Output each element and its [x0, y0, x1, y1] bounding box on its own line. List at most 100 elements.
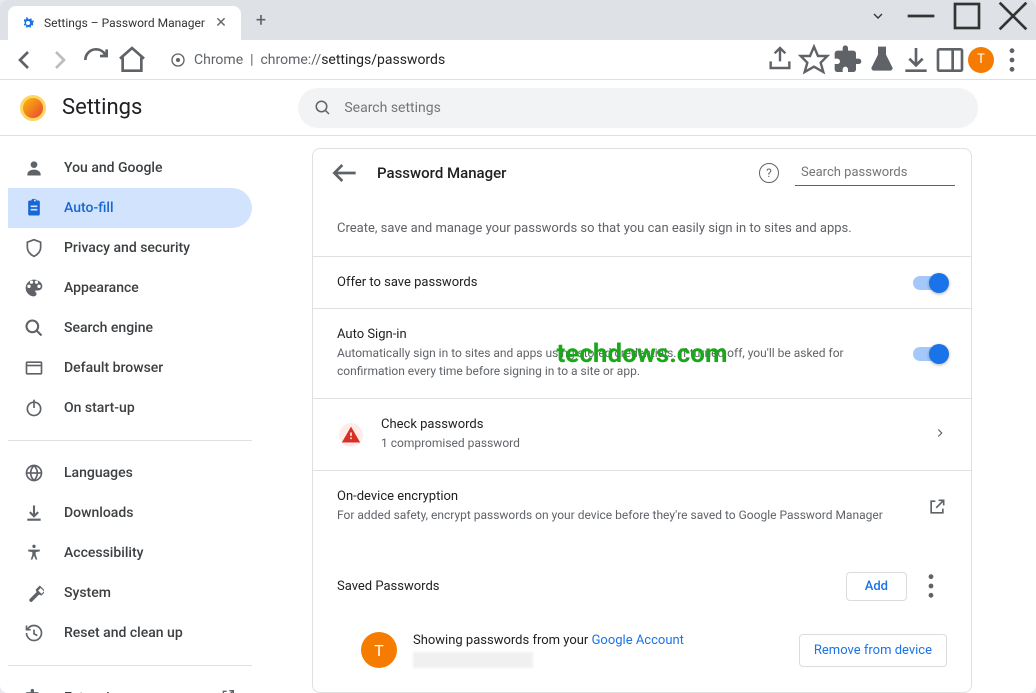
maximize-button[interactable]	[944, 0, 990, 32]
reload-button[interactable]	[80, 44, 112, 76]
settings-header: Settings	[0, 80, 1036, 136]
extension-puzzle-icon[interactable]	[832, 44, 864, 76]
sidebar-item-reset-and-clean-up[interactable]: Reset and clean up	[8, 613, 252, 653]
sidebar-item-default-browser[interactable]: Default browser	[8, 348, 252, 388]
chevron-right-icon	[933, 425, 947, 444]
saved-password-source-row: T Showing passwords from your Google Acc…	[313, 620, 971, 692]
tab-search-icon[interactable]	[870, 8, 886, 28]
sidebar-item-accessibility[interactable]: Accessibility	[8, 533, 252, 573]
download-icon	[24, 503, 44, 523]
search-passwords-box[interactable]	[795, 161, 955, 186]
offer-save-toggle[interactable]	[913, 276, 947, 290]
sidebar-item-label: Privacy and security	[64, 240, 190, 256]
sidebar-item-label: System	[64, 585, 111, 601]
offer-save-label: Offer to save passwords	[337, 275, 897, 290]
home-button[interactable]	[116, 44, 148, 76]
open-external-icon[interactable]	[927, 497, 947, 517]
browser-toolbar: Chrome | chrome://settings/passwords T	[0, 40, 1036, 80]
auto-signin-sub: Automatically sign in to sites and apps …	[337, 344, 897, 380]
sidebar-item-label: Reset and clean up	[64, 625, 183, 641]
share-icon[interactable]	[764, 44, 796, 76]
sidebar-item-auto-fill[interactable]: Auto-fill	[8, 188, 252, 228]
address-bar[interactable]: Chrome | chrome://settings/passwords	[158, 46, 457, 74]
sidepanel-icon[interactable]	[934, 44, 966, 76]
google-account-link[interactable]: Google Account	[592, 633, 684, 648]
assign-icon	[24, 198, 44, 218]
forward-button[interactable]	[44, 44, 76, 76]
tab-title: Settings – Password Manager	[44, 16, 205, 30]
encryption-sub: For added safety, encrypt passwords on y…	[337, 506, 927, 524]
add-password-button[interactable]: Add	[846, 572, 907, 601]
shield-icon	[24, 238, 44, 258]
chrome-logo-icon	[20, 95, 46, 121]
sidebar-item-search-engine[interactable]: Search engine	[8, 308, 252, 348]
chrome-page-icon	[170, 52, 186, 68]
sidebar-item-label: On start-up	[64, 400, 135, 416]
redacted-email	[413, 652, 533, 668]
sidebar-item-label: Search engine	[64, 320, 153, 336]
minimize-button[interactable]	[898, 0, 944, 32]
settings-sidebar: You and Google Auto-fill Privacy and secur…	[0, 136, 260, 693]
sidebar-item-label: You and Google	[64, 160, 162, 176]
sidebar-item-label: Downloads	[64, 505, 133, 521]
sidebar-item-downloads[interactable]: Downloads	[8, 493, 252, 533]
sidebar-item-label: Auto-fill	[64, 200, 114, 216]
more-menu-icon[interactable]	[915, 570, 947, 602]
encryption-label: On-device encryption	[337, 489, 927, 504]
search-icon	[24, 318, 44, 338]
sidebar-item-privacy-and-security[interactable]: Privacy and security	[8, 228, 252, 268]
search-passwords-input[interactable]	[801, 165, 967, 180]
intro-text: Create, save and manage your passwords s…	[313, 197, 971, 256]
back-button[interactable]	[8, 44, 40, 76]
profile-avatar[interactable]: T	[968, 47, 994, 73]
sidebar-item-you-and-google[interactable]: You and Google	[8, 148, 252, 188]
auto-signin-toggle[interactable]	[913, 347, 947, 361]
warning-triangle-icon	[337, 421, 365, 449]
saved-passwords-label: Saved Passwords	[337, 579, 440, 594]
browser-tab[interactable]: Settings – Password Manager ✕	[8, 6, 241, 40]
page-title: Password Manager	[377, 164, 743, 182]
showing-from-text: Showing passwords from your Google Accou…	[413, 633, 684, 648]
bookmark-star-icon[interactable]	[798, 44, 830, 76]
search-settings-input[interactable]	[344, 100, 962, 116]
browser-tabstrip: Settings – Password Manager ✕ +	[0, 0, 1036, 40]
close-tab-icon[interactable]: ✕	[213, 15, 229, 31]
wrench-icon	[24, 583, 44, 603]
downloads-icon[interactable]	[900, 44, 932, 76]
close-window-button[interactable]	[990, 0, 1036, 32]
browser-icon	[24, 358, 44, 378]
url-text: Chrome | chrome://settings/passwords	[194, 52, 445, 68]
password-manager-card: Password Manager ? Create, save and mana…	[312, 148, 972, 693]
settings-title: Settings	[62, 95, 142, 120]
settings-content: Password Manager ? Create, save and mana…	[260, 136, 1036, 693]
sidebar-item-label: Accessibility	[64, 545, 143, 561]
sidebar-item-languages[interactable]: Languages	[8, 453, 252, 493]
person-icon	[24, 158, 44, 178]
globe-icon	[24, 463, 44, 483]
back-arrow-button[interactable]	[329, 157, 361, 189]
search-settings-box[interactable]	[298, 88, 978, 128]
sidebar-item-extensions[interactable]: Extensions	[8, 678, 252, 693]
account-avatar: T	[361, 632, 397, 668]
palette-icon	[24, 278, 44, 298]
check-passwords-row[interactable]: Check passwords 1 compromised password	[337, 417, 947, 452]
labs-flask-icon[interactable]	[866, 44, 898, 76]
puzzle-icon	[24, 688, 44, 693]
sidebar-item-system[interactable]: System	[8, 573, 252, 613]
open-external-icon	[220, 688, 236, 693]
sidebar-item-label: Default browser	[64, 360, 163, 376]
sidebar-divider	[8, 440, 252, 441]
search-icon	[314, 99, 332, 117]
sidebar-item-label: Appearance	[64, 280, 139, 296]
power-icon	[24, 398, 44, 418]
sidebar-item-on-start-up[interactable]: On start-up	[8, 388, 252, 428]
access-icon	[24, 543, 44, 563]
auto-signin-label: Auto Sign-in	[337, 327, 897, 342]
help-icon[interactable]: ?	[759, 163, 779, 183]
browser-menu-icon[interactable]	[996, 44, 1028, 76]
remove-from-device-button[interactable]: Remove from device	[799, 634, 947, 667]
sidebar-item-label: Languages	[64, 465, 133, 481]
new-tab-button[interactable]: +	[247, 6, 275, 34]
settings-gear-icon	[20, 15, 36, 31]
sidebar-item-appearance[interactable]: Appearance	[8, 268, 252, 308]
